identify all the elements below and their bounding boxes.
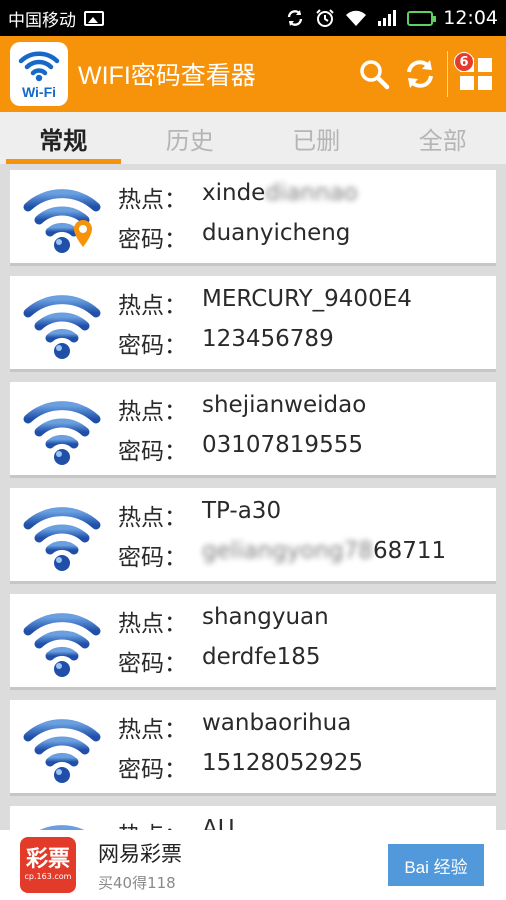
refresh-icon [407,60,433,88]
location-pin-icon [74,219,92,247]
hotspot-line: 热点：AU [118,816,235,831]
wifi-icon [23,400,101,465]
ad-subtitle: 买40得118 [98,873,176,892]
ssid-value: TP-a30 [202,497,282,524]
baidu-watermark: Bai 经验 [388,844,484,886]
wifi-list[interactable]: 热点： xinde diannao 密码： duanyicheng 热点： MERCURY_… [0,164,506,830]
wifi-icon [23,506,101,571]
status-bar: 中国移动 12:04 [0,0,506,36]
search-icon [360,60,390,90]
password-line: 密码： 03107819555 [118,432,366,466]
alarm-icon [316,9,334,27]
tab-all[interactable]: 全部 [380,112,506,164]
wifi-list-item[interactable]: 热点：AU密码： [10,806,496,830]
ad-logo-url: cp.163.com [24,872,72,881]
password-line: 密码： geliangyong78 68711 [118,538,446,572]
password-line: 密码： 15128052925 [118,750,363,784]
image-icon [84,10,104,26]
clock: 12:04 [443,7,498,29]
password-label: 密码： [118,756,187,783]
wifi-icon-wrap [22,495,102,575]
ssid-value: xinde [202,179,266,206]
ssid-value: shejianweidao [202,391,367,418]
ad-banner[interactable]: 彩票 cp.163.com 网易彩票 买40得118 Bai 经验 [0,830,506,900]
logo-text: Wi-Fi [21,84,57,100]
wifi-list-item[interactable]: 热点： shejianweidao 密码： 03107819555 [10,382,496,478]
hotspot-label: 热点： [118,610,187,637]
wifi-icon [23,294,101,359]
password-value: 123456789 [202,325,334,352]
wifi-list-item[interactable]: 热点： TP-a30 密码： geliangyong78 68711 [10,488,496,584]
wifi-list-item[interactable]: 热点： wanbaorihua 密码： 15128052925 [10,700,496,796]
password-label: 密码： [118,438,187,465]
hotspot-line: 热点： shejianweidao [118,392,366,426]
password-value: 15128052925 [202,749,363,776]
password-label: 密码： [118,332,187,359]
wifi-signal-icon [346,10,367,26]
ssid-value: AU [202,815,235,831]
wifi-icon-wrap [22,283,102,363]
wifi-icon [23,718,101,783]
password-value: duanyicheng [202,219,351,246]
ad-logo: 彩票 cp.163.com [20,837,76,893]
password-line: 密码： derdfe185 [118,644,329,678]
wifi-list-item[interactable]: 热点： xinde diannao 密码： duanyicheng [10,170,496,266]
hotspot-label: 热点： [118,186,187,213]
tab-bar: 常规 历史 已删 全部 [0,112,506,164]
ssid-blurred: diannao [265,179,358,206]
notification-badge: 6 [454,52,474,72]
wifi-list-item[interactable]: 热点： MERCURY_9400E4 密码： 123456789 [10,276,496,372]
wifi-list-item[interactable]: 热点： shangyuan 密码： derdfe185 [10,594,496,690]
password-label: 密码： [118,650,187,677]
wifi-icon [23,612,101,677]
wifi-logo-icon [18,51,60,82]
hotspot-line: 热点： xinde diannao [118,180,358,214]
hotspot-label: 热点： [118,716,187,743]
hotspot-label: 热点： [118,504,187,531]
battery-icon [407,10,437,26]
search-button[interactable] [351,51,397,97]
ad-title: 网易彩票 [98,841,182,866]
tab-deleted[interactable]: 已删 [253,112,380,164]
hotspot-line: 热点： wanbaorihua [118,710,363,744]
wifi-icon-wrap [22,813,102,830]
hotspot-line: 热点： TP-a30 [118,498,446,532]
menu-button[interactable]: 6 [452,50,500,98]
wifi-icon-wrap [22,389,102,469]
password-line: 密码： 123456789 [118,326,412,360]
refresh-button[interactable] [397,51,443,97]
tab-history[interactable]: 历史 [127,112,254,164]
sync-icon [288,10,303,26]
wifi-icon-wrap [22,707,102,787]
hotspot-label: 热点： [118,398,187,425]
wifi-icon-wrap [22,177,102,257]
header-divider [447,51,448,97]
carrier-name: 中国移动 [8,10,76,31]
password-value: derdfe185 [202,643,321,670]
wifi-icon [38,824,86,830]
ssid-value: wanbaorihua [202,709,352,736]
password-line: 密码： duanyicheng [118,220,358,254]
password-label: 密码： [118,544,187,571]
hotspot-line: 热点： MERCURY_9400E4 [118,286,412,320]
app-title: WIFI密码查看器 [78,62,256,90]
password-blurred: geliangyong78 [202,537,373,564]
ad-logo-text: 彩票 [25,847,70,872]
app-logo: Wi-Fi [10,42,68,106]
hotspot-label: 热点： [118,292,187,319]
wifi-icon-wrap [22,601,102,681]
password-tail: 68711 [372,537,447,564]
ssid-value: shangyuan [202,603,329,630]
hotspot-line: 热点： shangyuan [118,604,329,638]
password-value: 03107819555 [202,431,363,458]
password-label: 密码： [118,226,187,253]
ssid-value: MERCURY_9400E4 [202,285,412,312]
app-header: Wi-Fi WIFI密码查看器 6 [0,36,506,112]
hotspot-label: 热点： [118,816,202,831]
cell-signal-icon [378,10,397,26]
tab-general[interactable]: 常规 [0,112,127,164]
